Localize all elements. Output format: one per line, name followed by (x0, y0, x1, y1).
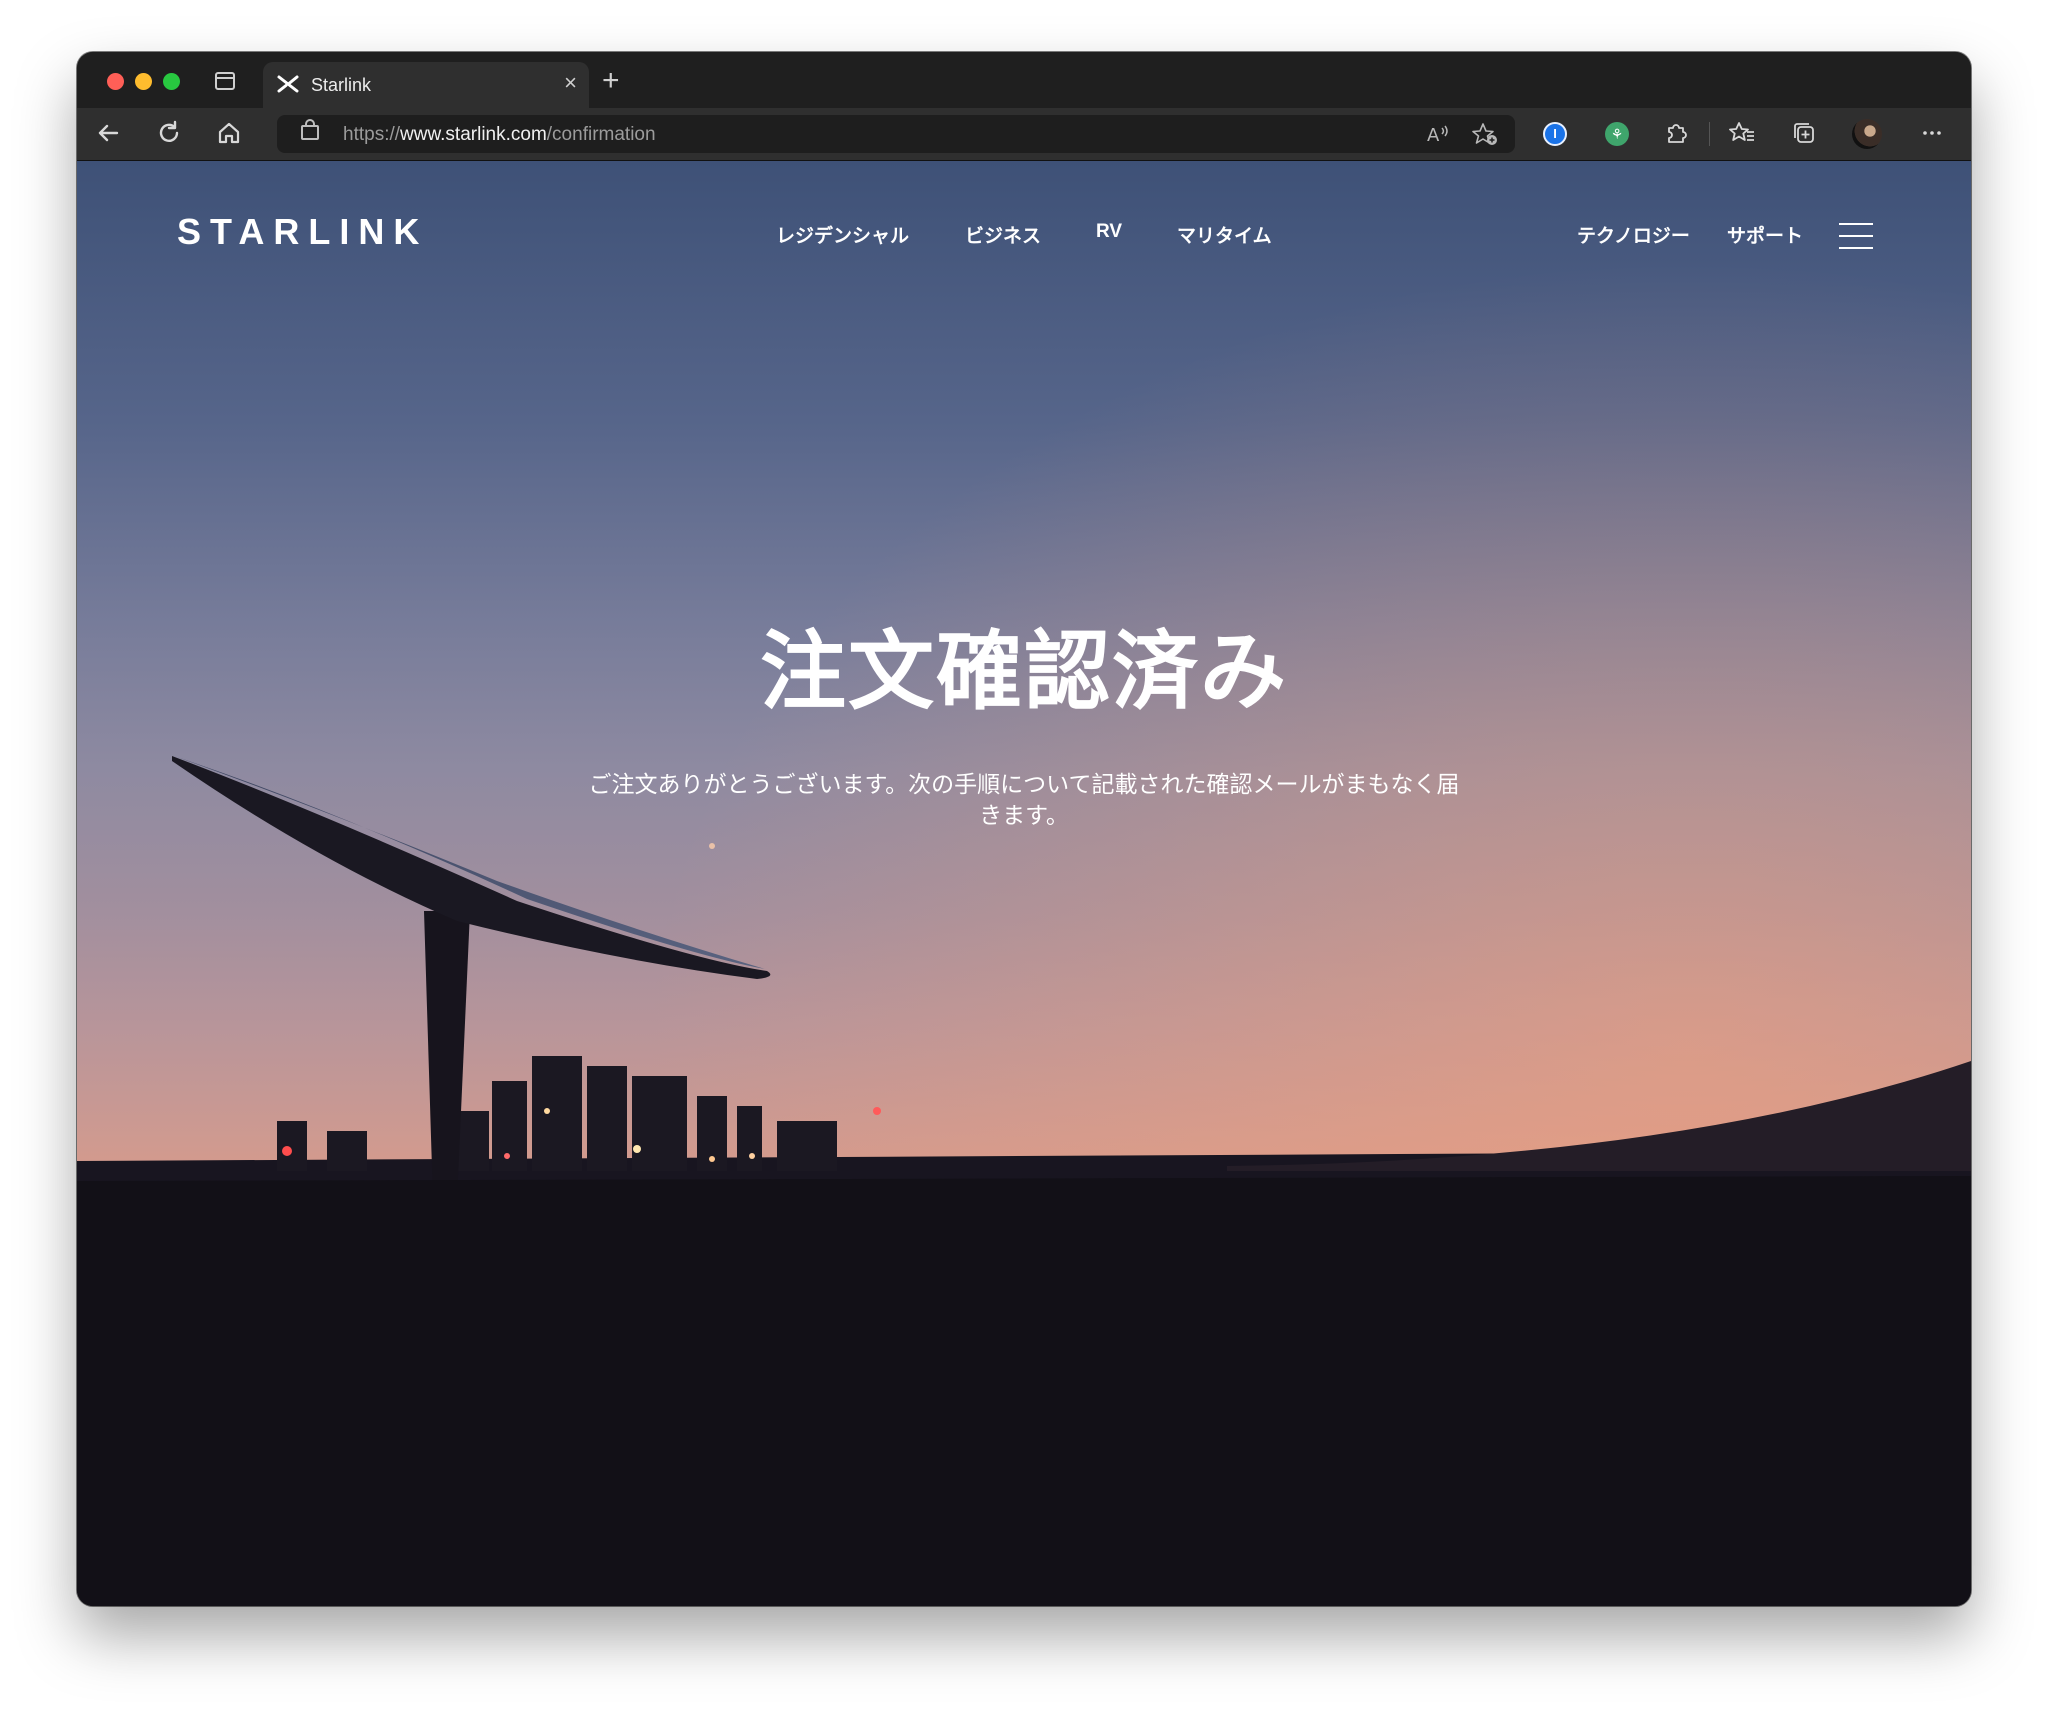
starlink-favicon-icon (277, 75, 299, 93)
menu-icon[interactable] (1839, 223, 1873, 249)
extension-icon[interactable]: ⚘ (1605, 122, 1629, 146)
maximize-window-button[interactable] (163, 73, 180, 90)
collections-icon[interactable] (1789, 118, 1819, 148)
read-aloud-icon[interactable]: A (1425, 121, 1453, 147)
tab-starlink[interactable]: Starlink × (263, 62, 589, 108)
confirmation-message-line-1: ご注文ありがとうございます。次の手順について記載された確認メールがまもなく届 (588, 771, 1460, 797)
lock-icon[interactable] (301, 119, 319, 140)
more-icon[interactable] (1917, 118, 1947, 148)
favorites-icon[interactable] (1727, 118, 1757, 148)
confirmation-message-line-2: きます。 (979, 802, 1069, 828)
toolbar-separator (1709, 122, 1710, 146)
page-title: 注文確認済み (760, 624, 1288, 720)
starlink-logo[interactable]: STARLINK (177, 211, 428, 253)
nav-rv[interactable]: RV (1096, 221, 1122, 243)
nav-technology[interactable]: テクノロジー (1577, 221, 1690, 248)
confirmation-message: ご注文ありがとうございます。次の手順について記載された確認メールがまもなく届 き… (539, 769, 1509, 831)
tab-close-icon[interactable]: × (564, 72, 577, 94)
url-host: www.starlink.com (400, 124, 547, 145)
profile-avatar[interactable] (1852, 119, 1882, 149)
browser-window: Starlink × + https://www.starlink.com/co… (77, 52, 1971, 1606)
svg-text:A: A (1427, 125, 1440, 146)
nav-maritime[interactable]: マリタイム (1177, 221, 1272, 248)
address-bar[interactable]: https://www.starlink.com/confirmation A (277, 115, 1515, 153)
url-path: /confirmation (546, 124, 656, 145)
nav-residential[interactable]: レジデンシャル (776, 221, 909, 248)
close-window-button[interactable] (107, 73, 124, 90)
url-text[interactable]: https://www.starlink.com/confirmation (343, 124, 656, 146)
reload-icon[interactable] (154, 118, 184, 148)
browser-toolbar: https://www.starlink.com/confirmation A … (77, 108, 1971, 161)
page-viewport: STARLINK レジデンシャル ビジネス RV マリタイム テクノロジー サポ… (77, 161, 1971, 1606)
nav-business[interactable]: ビジネス (965, 221, 1041, 248)
home-icon[interactable] (214, 118, 244, 148)
add-favorite-icon[interactable] (1471, 121, 1499, 147)
minimize-window-button[interactable] (135, 73, 152, 90)
url-scheme: https:// (343, 124, 401, 145)
tab-strip: Starlink × + (77, 52, 1971, 108)
back-icon[interactable] (93, 118, 123, 148)
tab-actions-icon[interactable] (215, 72, 235, 90)
nav-support[interactable]: サポート (1727, 221, 1803, 248)
extensions-icon[interactable] (1661, 118, 1691, 148)
hero-background-photo (77, 161, 1971, 1606)
password-manager-icon[interactable]: I (1543, 122, 1567, 146)
tab-title: Starlink (311, 75, 372, 95)
new-tab-button[interactable]: + (602, 66, 620, 96)
